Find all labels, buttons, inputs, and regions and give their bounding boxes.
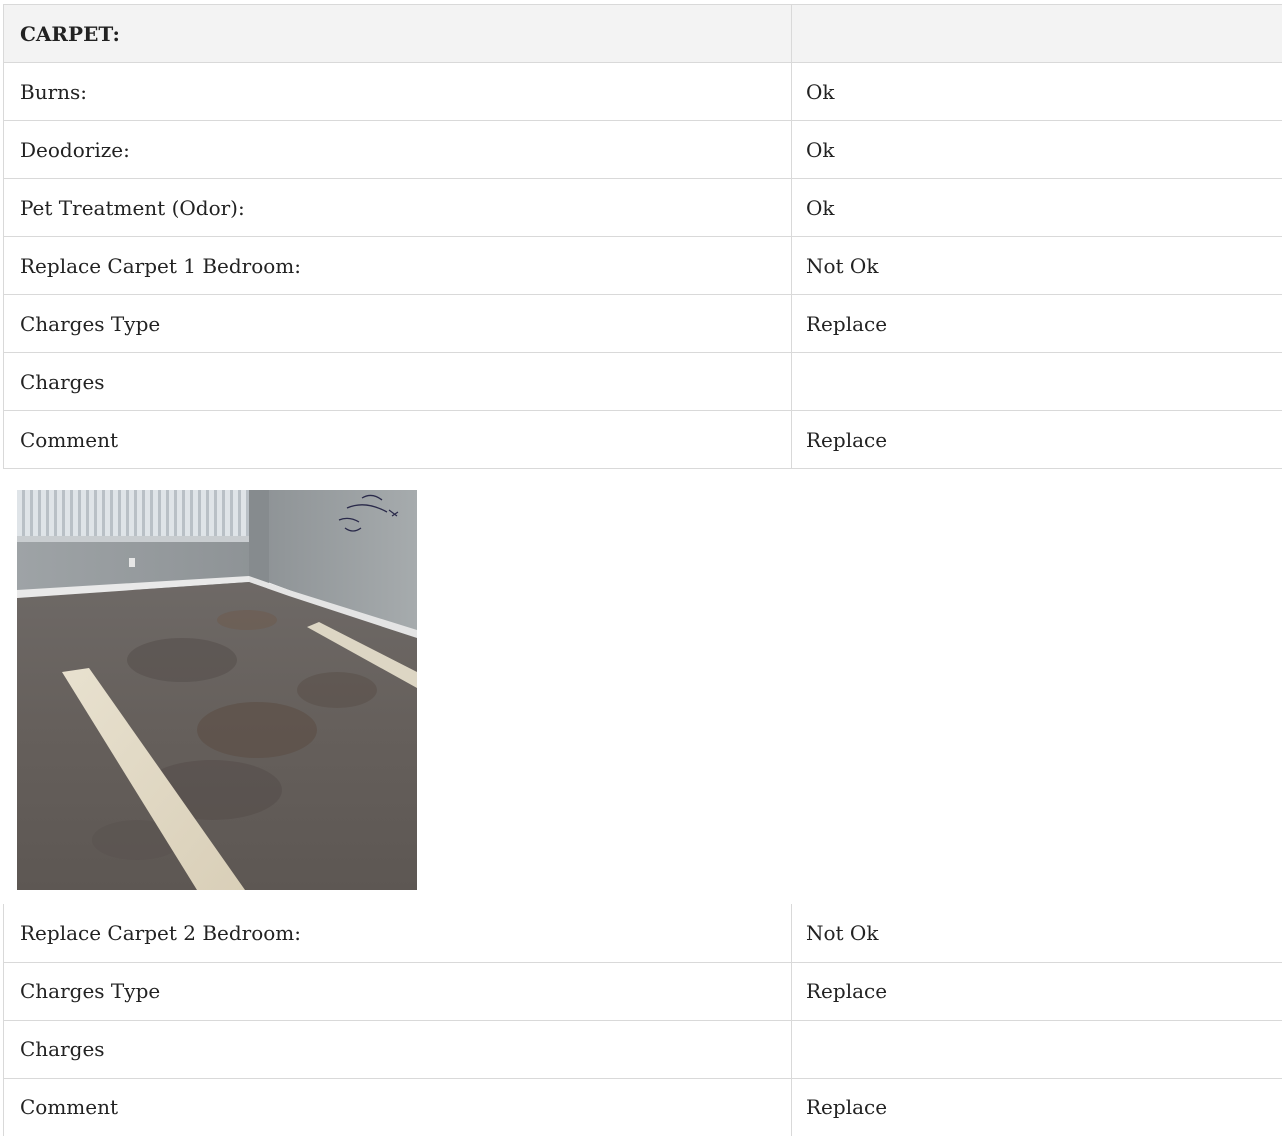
row-value: Not Ok <box>791 904 1282 963</box>
table-row: Charges <box>3 352 1282 411</box>
row-value: Replace <box>791 1077 1282 1136</box>
table-row: Replace Carpet 2 Bedroom: Not Ok <box>3 904 1282 963</box>
row-label: Deodorize: <box>3 120 792 179</box>
section-header-value <box>791 4 1282 63</box>
row-value: Replace <box>791 410 1282 469</box>
table-row: Charges Type Replace <box>3 961 1282 1021</box>
table-row: Burns: Ok <box>3 62 1282 121</box>
section-header-label: CARPET: <box>3 4 792 63</box>
table-row: Replace Carpet 1 Bedroom: Not Ok <box>3 236 1282 295</box>
carpet-inspection-table-continued: Replace Carpet 2 Bedroom: Not Ok Charges… <box>3 904 1282 1136</box>
carpet-photo[interactable] <box>17 490 417 890</box>
row-value: Ok <box>791 62 1282 121</box>
row-label: Burns: <box>3 62 792 121</box>
row-label: Charges <box>3 352 792 411</box>
row-label: Charges <box>3 1019 792 1079</box>
row-value: Replace <box>791 961 1282 1021</box>
row-label: Pet Treatment (Odor): <box>3 178 792 237</box>
row-value: Ok <box>791 120 1282 179</box>
row-label: Charges Type <box>3 294 792 353</box>
section-header-row: CARPET: <box>3 4 1282 63</box>
table-row: Comment Replace <box>3 1077 1282 1136</box>
table-row: Comment Replace <box>3 410 1282 469</box>
row-label: Charges Type <box>3 961 792 1021</box>
row-value: Replace <box>791 294 1282 353</box>
carpet-inspection-table: CARPET: Burns: Ok Deodorize: Ok Pet Trea… <box>3 4 1282 469</box>
table-row: Charges Type Replace <box>3 294 1282 353</box>
table-row: Pet Treatment (Odor): Ok <box>3 178 1282 237</box>
row-label: Comment <box>3 1077 792 1136</box>
row-label: Comment <box>3 410 792 469</box>
row-value <box>791 1019 1282 1079</box>
row-label: Replace Carpet 2 Bedroom: <box>3 904 792 963</box>
row-value <box>791 352 1282 411</box>
table-row: Deodorize: Ok <box>3 120 1282 179</box>
row-value: Not Ok <box>791 236 1282 295</box>
row-value: Ok <box>791 178 1282 237</box>
table-row: Charges <box>3 1019 1282 1079</box>
row-label: Replace Carpet 1 Bedroom: <box>3 236 792 295</box>
